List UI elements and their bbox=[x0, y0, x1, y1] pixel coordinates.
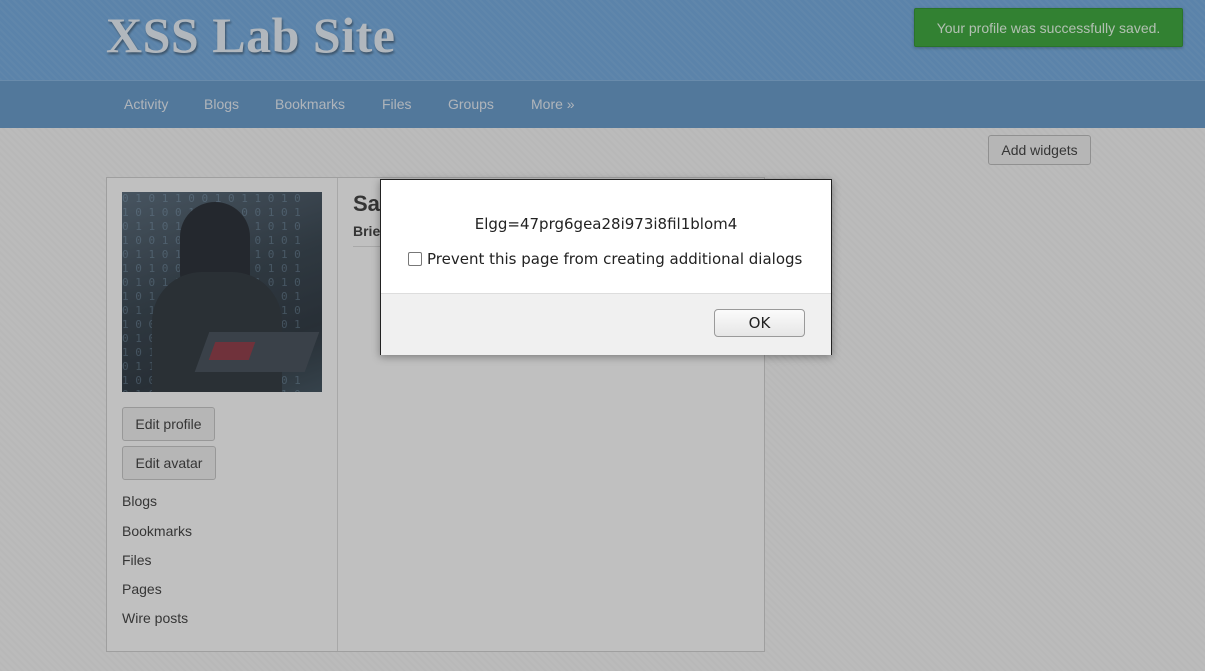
prevent-dialogs-checkbox[interactable] bbox=[408, 252, 422, 266]
ok-button[interactable]: OK bbox=[714, 309, 805, 337]
alert-message: Elgg=47prg6gea28i973i8fil1blom4 bbox=[474, 215, 738, 233]
alert-footer: OK bbox=[381, 293, 831, 355]
prevent-dialogs-label[interactable]: Prevent this page from creating addition… bbox=[427, 250, 802, 268]
alert-dialog: Elgg=47prg6gea28i973i8fil1blom4 Prevent … bbox=[380, 179, 832, 355]
